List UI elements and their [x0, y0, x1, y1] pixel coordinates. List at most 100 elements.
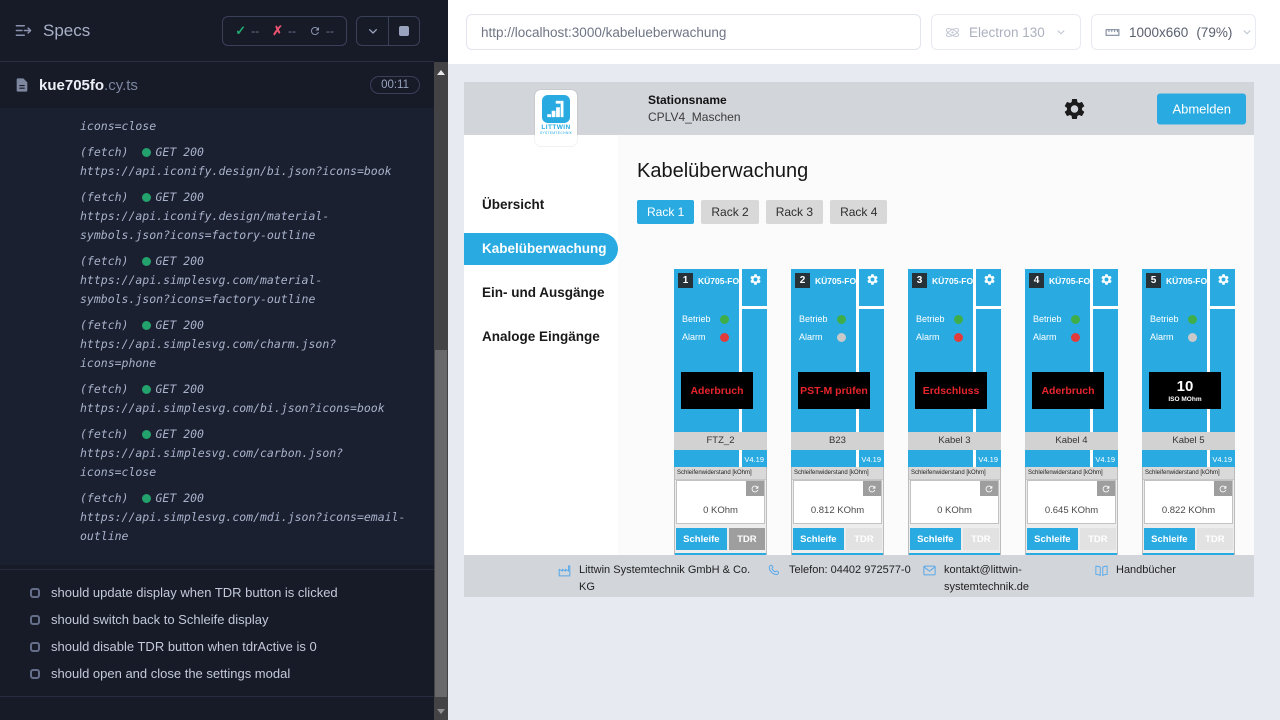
sidebar-item[interactable]: Kabelüberwachung: [464, 233, 618, 265]
spec-file-row[interactable]: kue705fo.cy.ts 00:11: [0, 62, 434, 108]
slot-number: 1: [678, 273, 693, 288]
device-settings-gear-icon[interactable]: [749, 273, 762, 286]
test-runner-panel: Specs ✓-- ✗-- -- kue705fo.cy.ts 00:11 ic…: [0, 0, 434, 720]
log-entry[interactable]: (fetch)GET 200 https://api.simplesvg.com…: [80, 489, 410, 546]
footer-item[interactable]: Littwin Systemtechnik GmbH & Co. KG: [557, 562, 757, 597]
footer-text: Littwin Systemtechnik GmbH & Co. KG: [579, 562, 757, 595]
app-viewport: LITTWIN SYSTEMTECHNIK Stationsname CPLV4…: [464, 82, 1254, 597]
station-label: Stationsname: [648, 93, 741, 107]
divider: [1207, 306, 1235, 309]
rack-tab[interactable]: Rack 3: [766, 200, 823, 224]
refresh-button[interactable]: [746, 481, 764, 496]
tdr-button[interactable]: TDR: [729, 528, 765, 550]
alarm-led: [954, 333, 963, 342]
rack-tab[interactable]: Rack 2: [701, 200, 758, 224]
runner-header: Specs ✓-- ✗-- --: [0, 0, 434, 62]
log-entry[interactable]: (fetch)GET 200 https://api.iconify.desig…: [80, 188, 410, 245]
firmware-version: V4.19: [978, 455, 998, 464]
app-footer: Littwin Systemtechnik GmbH & Co. KG Tele…: [464, 555, 1254, 597]
test-item[interactable]: should update display when TDR button is…: [0, 579, 434, 606]
scrollbar-thumb[interactable]: [435, 350, 447, 697]
reporter-scrollbar: [434, 0, 448, 720]
stat-passed: ✓--: [235, 23, 259, 39]
measurement-value: 0 KOhm: [911, 505, 998, 516]
tdr-button[interactable]: TDR: [1080, 528, 1116, 550]
measurement-panel: Schleifenwiderstand [kOhm] 0 KOhm Schlei…: [674, 467, 767, 555]
test-state-icon: [30, 642, 40, 652]
log-entry[interactable]: (fetch)GET 200 https://api.simplesvg.com…: [80, 252, 410, 309]
status-dot-icon: [142, 494, 151, 503]
footer-item[interactable]: kontakt@littwin-systemtechnik.de: [922, 562, 1064, 597]
schleife-button[interactable]: Schleife: [1027, 528, 1078, 550]
test-item[interactable]: should disable TDR button when tdrActive…: [0, 633, 434, 660]
divider: [973, 306, 1001, 309]
url-input[interactable]: [466, 14, 921, 50]
sidebar-item[interactable]: Ein- und Ausgänge: [464, 277, 618, 309]
sidebar-item[interactable]: Analoge Eingänge: [464, 321, 618, 353]
log-entry[interactable]: (fetch)GET 200 https://api.iconify.desig…: [80, 143, 410, 181]
tdr-button[interactable]: TDR: [963, 528, 999, 550]
status-dot-icon: [142, 193, 151, 202]
log-entry[interactable]: (fetch)GET 200 https://api.simplesvg.com…: [80, 425, 410, 482]
log-entry[interactable]: (fetch)GET 200 https://api.simplesvg.com…: [80, 316, 410, 373]
sidebar-item[interactable]: Übersicht: [464, 189, 618, 221]
log-url: https://api.simplesvg.com/bi.json?icons=…: [80, 399, 410, 418]
alarm-led: [1188, 333, 1197, 342]
chevron-down-icon: [1054, 25, 1068, 39]
device-settings-gear-icon[interactable]: [866, 273, 879, 286]
tdr-button[interactable]: TDR: [1197, 528, 1233, 550]
alarm-led: [1071, 333, 1080, 342]
measurement-label: Schleifenwiderstand [kOhm]: [675, 467, 766, 480]
refresh-button[interactable]: [863, 481, 881, 496]
scroll-down-arrow[interactable]: [434, 703, 448, 719]
scrollbar-track[interactable]: [434, 62, 448, 720]
log-url: https://api.simplesvg.com/carbon.json?ic…: [80, 444, 410, 482]
logout-button[interactable]: Abmelden: [1157, 93, 1246, 124]
measurement-value-box: 0 KOhm: [910, 480, 999, 524]
device-card: 1 KÜ705-FO Betrieb Alarm Aderbruch FTZ_2…: [674, 269, 767, 555]
measurement-label: Schleifenwiderstand [kOhm]: [792, 467, 883, 480]
device-settings-gear-icon[interactable]: [1100, 273, 1113, 286]
rack-tab[interactable]: Rack 1: [637, 200, 694, 224]
viewport-size: 1000x660: [1129, 25, 1188, 40]
device-settings-gear-icon[interactable]: [983, 273, 996, 286]
schleife-button[interactable]: Schleife: [910, 528, 961, 550]
device-cards: 1 KÜ705-FO Betrieb Alarm Aderbruch FTZ_2…: [674, 269, 1254, 555]
schleife-button[interactable]: Schleife: [676, 528, 727, 550]
device-settings-gear-icon[interactable]: [1217, 273, 1230, 286]
measurement-value-box: 0.645 KOhm: [1027, 480, 1116, 524]
betrieb-led: [1188, 315, 1197, 324]
spec-duration-badge: 00:11: [370, 76, 420, 94]
device-model: KÜ705-FO: [1049, 276, 1090, 286]
refresh-button[interactable]: [980, 481, 998, 496]
divider: [739, 306, 767, 309]
tdr-button[interactable]: TDR: [846, 528, 882, 550]
footer-item[interactable]: Telefon: 04402 972577-0: [767, 562, 912, 597]
settings-gear-icon[interactable]: [1062, 96, 1087, 121]
log-entry[interactable]: icons=close: [80, 117, 410, 136]
scroll-up-arrow[interactable]: [434, 64, 448, 80]
stop-button[interactable]: [388, 17, 419, 45]
betrieb-led: [954, 315, 963, 324]
schleife-button[interactable]: Schleife: [1144, 528, 1195, 550]
measurement-value-box: 0 KOhm: [676, 480, 765, 524]
refresh-button[interactable]: [1097, 481, 1115, 496]
footer-item[interactable]: Handbücher: [1094, 562, 1176, 597]
test-item[interactable]: should open and close the settings modal: [0, 660, 434, 687]
rack-tab[interactable]: Rack 4: [830, 200, 887, 224]
status-display: PST-M prüfen: [798, 372, 870, 409]
betrieb-led-row: Betrieb: [916, 310, 963, 328]
specs-list-icon[interactable]: [14, 21, 33, 40]
device-model: KÜ705-FO: [698, 276, 739, 286]
test-item[interactable]: should switch back to Schleife display: [0, 606, 434, 633]
collapse-button[interactable]: [357, 17, 388, 45]
log-url: https://api.iconify.design/bi.json?icons…: [80, 162, 410, 181]
slot-number: 3: [912, 273, 927, 288]
measurement-value-box: 0.822 KOhm: [1144, 480, 1233, 524]
log-entry[interactable]: (fetch)GET 200 https://api.simplesvg.com…: [80, 380, 410, 418]
browser-selector[interactable]: Electron 130: [931, 14, 1081, 50]
betrieb-led-row: Betrieb: [1150, 310, 1197, 328]
refresh-button[interactable]: [1214, 481, 1232, 496]
viewport-selector[interactable]: 1000x660 (79%): [1091, 14, 1256, 50]
schleife-button[interactable]: Schleife: [793, 528, 844, 550]
